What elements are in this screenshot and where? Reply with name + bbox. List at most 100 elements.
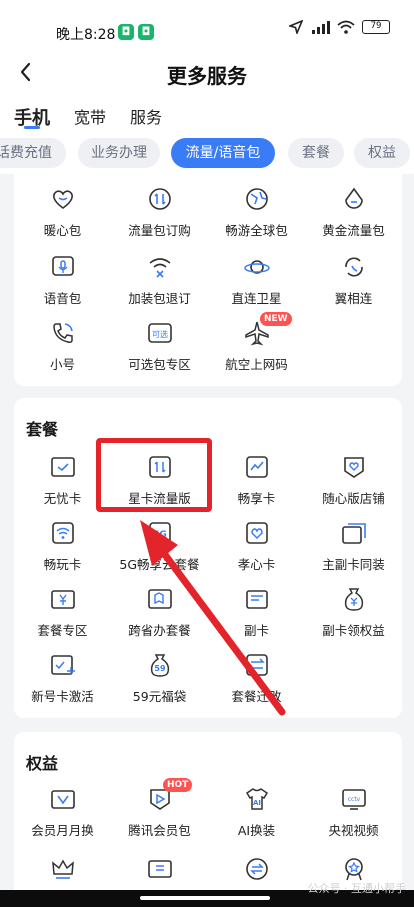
data-arrows-icon [149, 188, 171, 210]
wifi-card-icon [52, 522, 74, 544]
exchange-icon[interactable] [244, 856, 270, 882]
phone-rotate-icon [345, 257, 363, 277]
item-warm-heart[interactable]: 暖心包 [14, 186, 111, 250]
item-enjoy-card[interactable]: 畅享卡 [208, 454, 305, 518]
home-indicator[interactable] [140, 896, 270, 900]
item-label: 语音包 [43, 291, 82, 306]
page-title: 更多服务 [167, 64, 247, 88]
item-data-pack-order[interactable]: 流量包订购 [111, 186, 208, 250]
item-label: 腾讯会员包 [128, 823, 191, 838]
item-label: 主副卡同装 [322, 557, 385, 572]
item-addon-unsubscribe[interactable]: 加装包退订 [111, 254, 208, 318]
heart-card-icon [246, 522, 268, 544]
item-cctv-video[interactable]: cctv 央视视频 [305, 786, 402, 850]
tshirt-icon: AI [245, 788, 269, 810]
icon-text: cctv [348, 796, 361, 803]
pill-label: 业务办理 [91, 145, 147, 161]
item-filial-card[interactable]: 孝心卡 [208, 520, 305, 584]
item-label: 畅游全球包 [225, 223, 288, 238]
money-bag-icon [344, 588, 364, 611]
item-label: 小号 [49, 357, 75, 372]
icon-text: 5G [153, 530, 167, 540]
item-label: 副卡领权益 [322, 623, 385, 638]
item-label: 流量包订购 [128, 223, 191, 238]
wifi-icon [337, 20, 355, 34]
item-label: 套餐专区 [37, 623, 88, 638]
item-gold-data[interactable]: 黄金流量包 [305, 186, 402, 250]
item-5g-cloud-plan[interactable]: 5G 5G畅享云套餐 [111, 520, 208, 584]
drop-icon [345, 187, 363, 209]
tab-broadband[interactable]: 宽带 [74, 104, 106, 128]
crown-icon[interactable] [50, 856, 76, 882]
item-optional-pack[interactable]: 可选 可选包专区 [111, 320, 208, 384]
card-plus-icon [51, 655, 75, 675]
item-label: 副卡 [243, 623, 269, 638]
item-label: 畅享卡 [237, 491, 276, 506]
medal-icon[interactable] [341, 856, 367, 882]
item-ai-dressup[interactable]: AI AI换装 [208, 786, 305, 850]
pill-label: 权益 [368, 145, 396, 161]
notification-app-icon: ◘ [138, 24, 154, 40]
tab-service[interactable]: 服务 [130, 104, 162, 128]
item-label: AI换装 [237, 823, 276, 838]
watermark: 公众号 · 互通小帮手 [307, 882, 407, 895]
item-flight-wifi[interactable]: NEW 航空上网码 [208, 312, 305, 384]
new-badge: NEW [260, 312, 292, 326]
item-sub-card[interactable]: 副卡 [208, 586, 305, 650]
pill-plan[interactable]: 套餐 [288, 138, 344, 168]
item-tencent-vip[interactable]: HOT 腾讯会员包 [111, 778, 208, 850]
icon-text: AI [253, 799, 261, 807]
battery-indicator: 79 [362, 20, 390, 34]
swap-card-icon [246, 654, 268, 676]
pill-label: 流量/语音包 [185, 145, 261, 161]
sub-card-icon [246, 590, 268, 609]
item-label: 航空上网码 [225, 357, 288, 372]
item-new-card-activation[interactable]: 新号卡激活 [14, 652, 111, 716]
item-label: 跨省办套餐 [128, 623, 191, 638]
item-label: 翼相连 [334, 291, 373, 306]
item-label: 央视视频 [328, 823, 379, 838]
signal-icon [312, 21, 330, 34]
tv-icon: cctv [342, 789, 366, 810]
notification-app-icon: ◘ [118, 24, 134, 40]
item-sub-card-benefits[interactable]: 副卡领权益 [305, 586, 402, 650]
pill-recharge[interactable]: 话费充值 [0, 138, 66, 168]
ticket-icon[interactable] [147, 856, 173, 882]
pill-data-voice[interactable]: 流量/语音包 [171, 138, 275, 168]
yen-folder-icon [51, 590, 75, 609]
item-secondary-number[interactable]: 小号 [14, 320, 111, 384]
pill-benefits[interactable]: 权益 [354, 138, 410, 168]
satellite-icon [244, 260, 270, 274]
status-bar: 晚上8:28 ◘ ◘ 79 [0, 0, 414, 48]
item-play-card[interactable]: 畅玩卡 [14, 520, 111, 584]
item-plan-zone[interactable]: 套餐专区 [14, 586, 111, 650]
item-label: 暖心包 [43, 223, 82, 238]
item-flex-store[interactable]: 随心版店铺 [305, 454, 402, 518]
item-label: 直连卫星 [231, 291, 282, 306]
item-satellite[interactable]: 直连卫星 [208, 254, 305, 318]
card-check-icon [51, 457, 75, 477]
item-label: 新号卡激活 [31, 689, 94, 704]
item-main-sub-card[interactable]: 主副卡同装 [305, 520, 402, 584]
item-label: 套餐迁改 [231, 689, 282, 704]
item-monthly-vip[interactable]: 会员月月换 [14, 786, 111, 850]
optional-pack-icon: 可选 [148, 323, 172, 343]
flow-voice-card: 暖心包 流量包订购 畅游全球包 黄金流量包 语音包 加装包退订 直连卫星 翼相连… [14, 174, 402, 386]
item-yi-connect[interactable]: 翼相连 [305, 254, 402, 318]
app-bar: 更多服务 [0, 48, 414, 96]
item-global-roaming[interactable]: 畅游全球包 [208, 186, 305, 250]
5g-icon: 5G [149, 522, 171, 544]
vip-folder-icon [51, 790, 75, 809]
item-label: 加装包退订 [128, 291, 191, 306]
globe-icon [246, 188, 268, 210]
item-cross-province[interactable]: 跨省办套餐 [111, 586, 208, 650]
item-59-lucky-bag[interactable]: 59 59元福袋 [111, 652, 208, 716]
pill-business[interactable]: 业务办理 [78, 138, 160, 168]
item-plan-migration[interactable]: 套餐迁改 [208, 652, 305, 716]
item-label: 会员月月换 [31, 823, 94, 838]
map-book-icon [148, 589, 172, 609]
item-voice-pack[interactable]: 语音包 [14, 254, 111, 318]
mic-icon [52, 256, 74, 276]
item-label: 可选包专区 [128, 357, 191, 372]
icon-text: 59 [154, 664, 166, 673]
